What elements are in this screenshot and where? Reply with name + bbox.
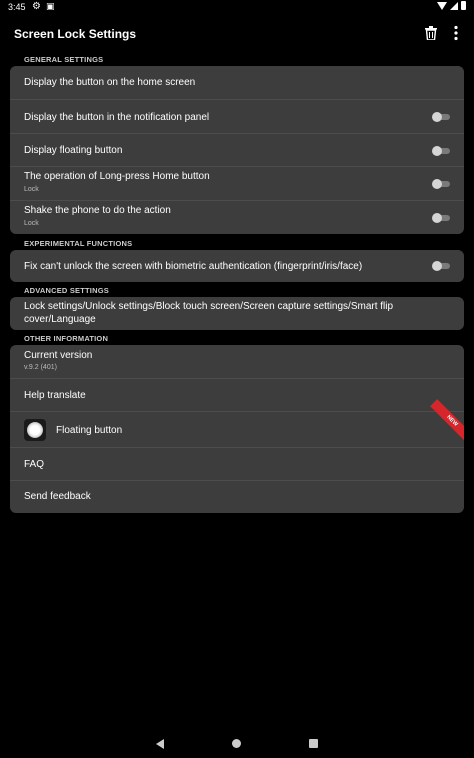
notification-a-icon: ▣ [46, 1, 55, 11]
floating-button-row[interactable]: Display floating button [10, 133, 464, 166]
shake-toggle[interactable] [432, 213, 452, 223]
send-feedback-row[interactable]: Send feedback [10, 480, 464, 513]
current-version-label: Current version [24, 350, 93, 361]
experimental-card: Fix can't unlock the screen with biometr… [10, 250, 464, 282]
advanced-card: Lock settings/Unlock settings/Block touc… [10, 297, 464, 330]
settings-gear-icon: ⚙ [32, 1, 41, 12]
biometric-fix-label: Fix can't unlock the screen with biometr… [24, 261, 363, 272]
notification-panel-row[interactable]: Display the button in the notification p… [10, 99, 464, 133]
shake-label: Shake the phone to do the action [24, 205, 171, 216]
trash-icon[interactable] [425, 26, 437, 40]
more-options-icon[interactable] [453, 25, 459, 41]
advanced-settings-line2: cover/Language [24, 314, 96, 325]
long-press-value: Lock [24, 186, 39, 193]
section-advanced-settings: ADVANCED SETTINGS [24, 286, 109, 295]
current-version-value: v.9.2 (401) [24, 364, 57, 371]
advanced-settings-row[interactable]: Lock settings/Unlock settings/Block touc… [10, 297, 464, 330]
status-icons [437, 1, 466, 10]
shake-row[interactable]: Shake the phone to do the action Lock [10, 200, 464, 234]
current-version-row[interactable]: Current version v.9.2 (401) [10, 345, 464, 378]
help-translate-label: Help translate [24, 390, 86, 401]
floating-button-promo-row[interactable]: Floating button NEW [10, 399, 464, 447]
biometric-fix-row[interactable]: Fix can't unlock the screen with biometr… [10, 250, 464, 282]
back-icon[interactable] [156, 739, 164, 749]
floating-button-promo-label: Floating button [56, 425, 123, 436]
section-other-information: OTHER INFORMATION [24, 334, 109, 343]
home-button-label: Display the button on the home screen [24, 77, 196, 88]
long-press-row[interactable]: The operation of Long-press Home button … [10, 166, 464, 200]
faq-label: FAQ [24, 459, 45, 470]
long-press-label: The operation of Long-press Home button [24, 171, 210, 182]
section-general-settings: GENERAL SETTINGS [24, 55, 104, 64]
page-title: Screen Lock Settings [14, 27, 137, 41]
status-time: 3:45 [8, 2, 26, 12]
section-experimental-functions: EXPERIMENTAL FUNCTIONS [24, 239, 133, 248]
general-settings-card: Display the button on the home screen Di… [10, 66, 464, 234]
status-bar: 3:45 ⚙ ▣ [0, 0, 474, 14]
floating-button-toggle[interactable] [432, 146, 452, 156]
shake-value: Lock [24, 220, 39, 227]
navigation-bar [0, 735, 474, 755]
home-icon[interactable] [232, 739, 241, 748]
floating-button-label: Display floating button [24, 145, 123, 156]
advanced-settings-line1: Lock settings/Unlock settings/Block touc… [24, 301, 394, 312]
recents-icon[interactable] [309, 739, 318, 748]
home-button-row[interactable]: Display the button on the home screen [10, 66, 464, 99]
faq-row[interactable]: FAQ [10, 447, 464, 480]
help-translate-row[interactable]: Help translate [10, 378, 464, 411]
app-bar: Screen Lock Settings [0, 20, 474, 50]
send-feedback-label: Send feedback [24, 491, 91, 502]
other-information-card: Current version v.9.2 (401) Help transla… [10, 345, 464, 513]
signal-icon [450, 1, 458, 10]
notification-panel-label: Display the button in the notification p… [24, 112, 210, 123]
notification-panel-toggle[interactable] [432, 112, 452, 122]
battery-icon [461, 1, 466, 10]
floating-button-icon [24, 419, 46, 441]
wifi-icon [437, 1, 447, 10]
long-press-toggle[interactable] [432, 179, 452, 189]
biometric-fix-toggle[interactable] [432, 261, 452, 271]
